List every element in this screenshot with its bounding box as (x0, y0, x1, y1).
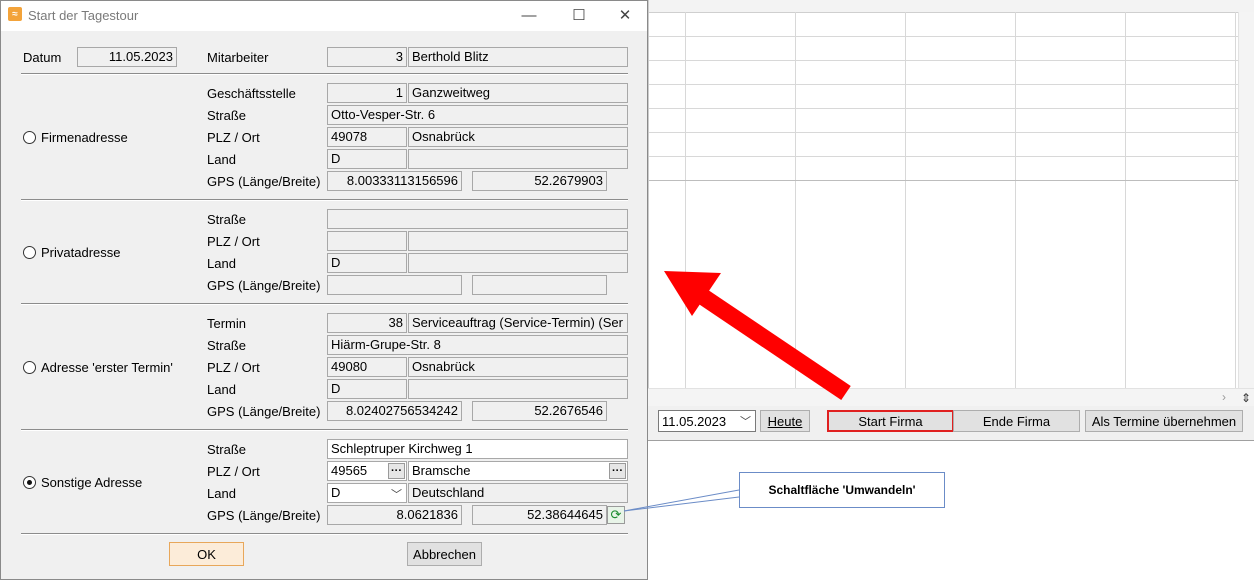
annotation-layer (623, 271, 851, 512)
umwandeln-callout: Schaltfläche 'Umwandeln' (739, 472, 945, 508)
callout-pointer (623, 496, 740, 512)
callout-pointer (623, 489, 740, 512)
red-arrow (664, 271, 851, 401)
